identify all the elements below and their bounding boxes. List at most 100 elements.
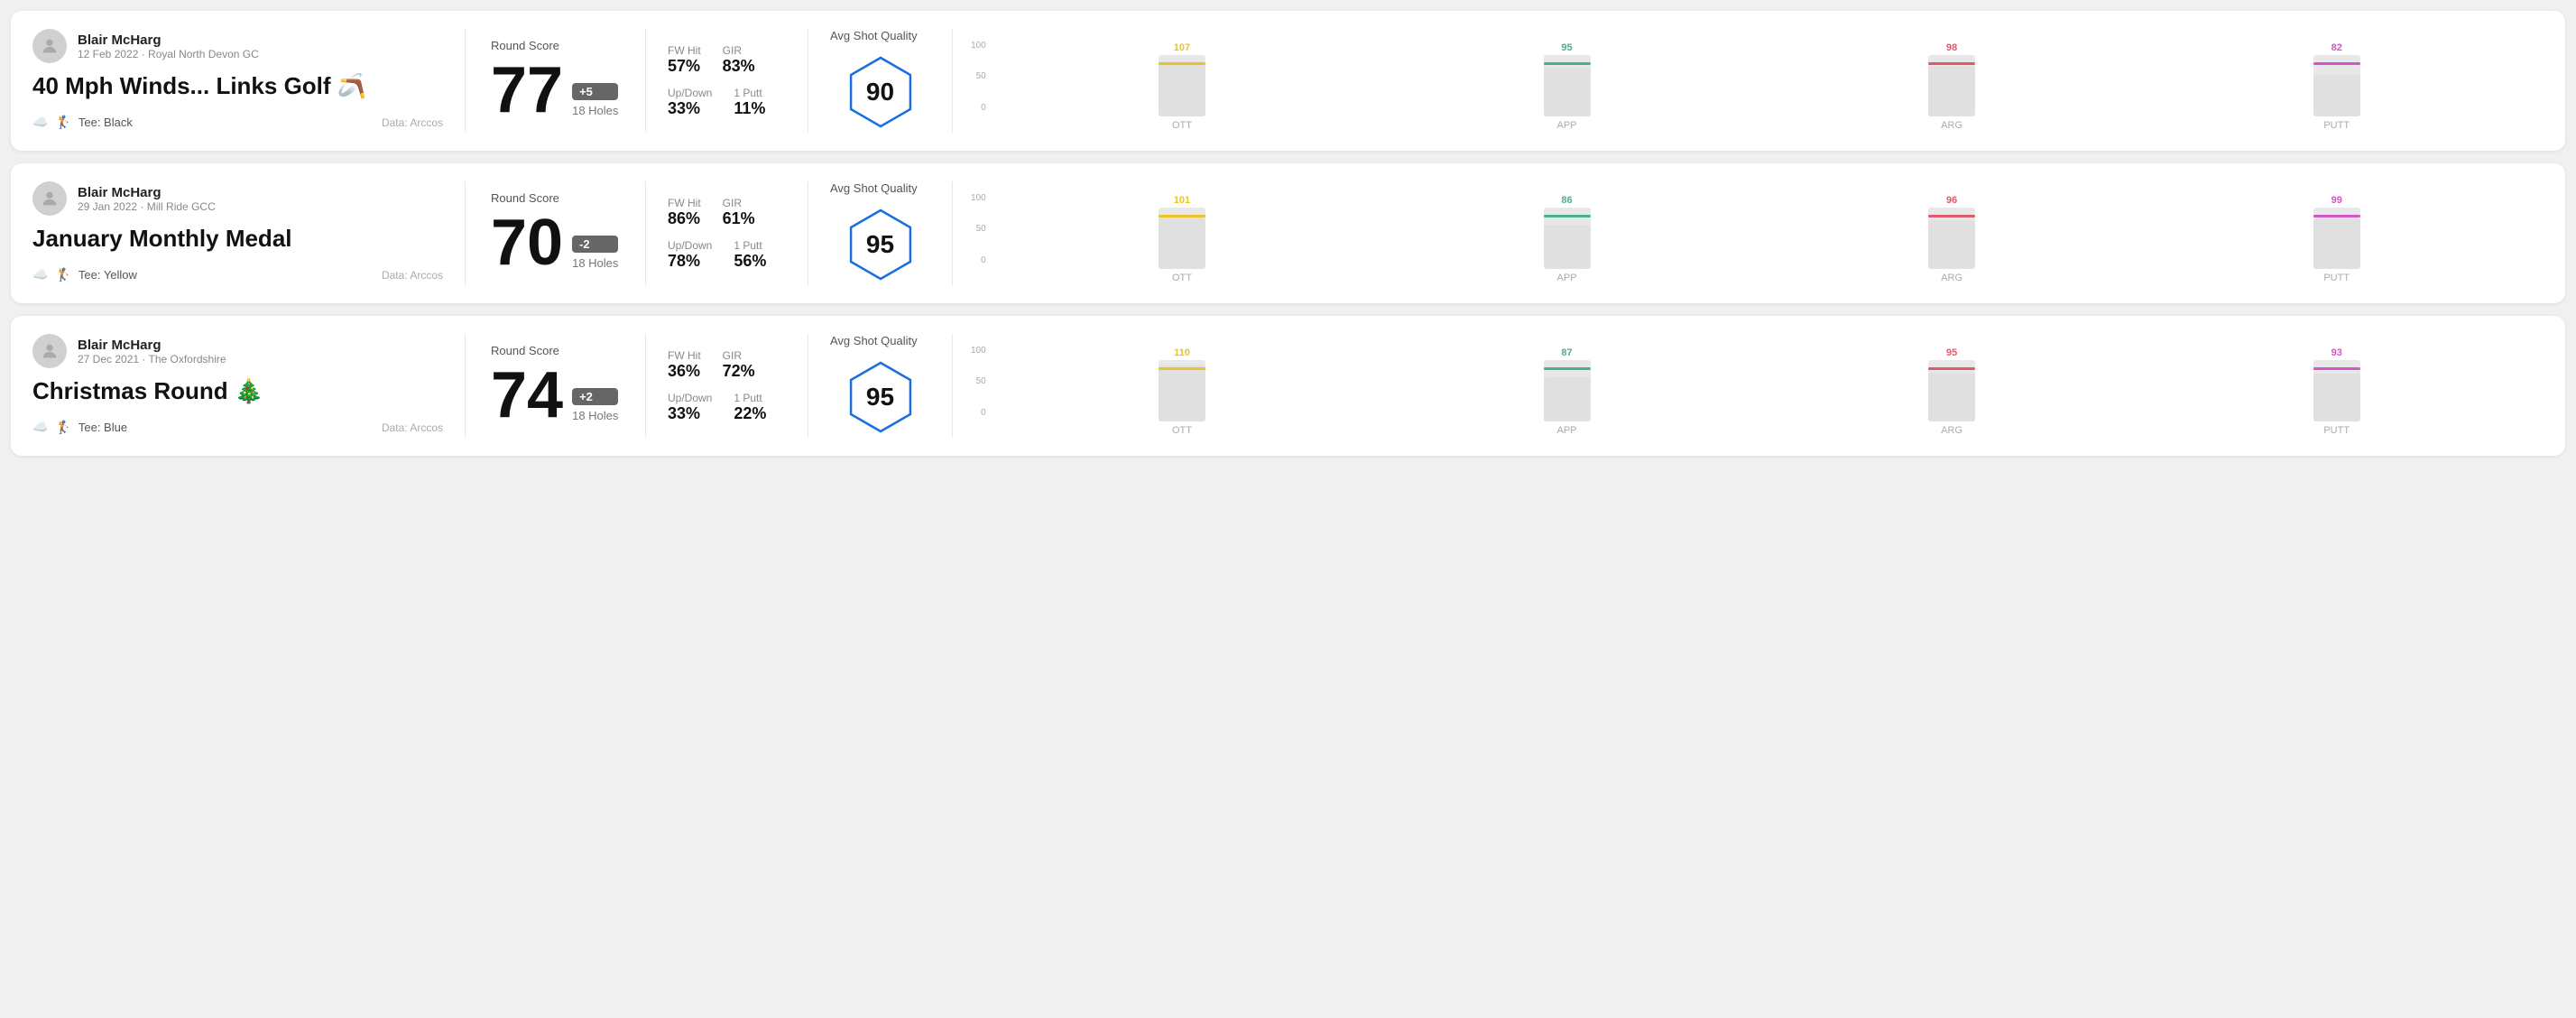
quality-label: Avg Shot Quality	[830, 29, 918, 42]
player-row: Blair McHarg 27 Dec 2021 · The Oxfordshi…	[32, 334, 443, 368]
score-badge: -2	[572, 236, 618, 253]
stats-row-top: FW Hit 86% GIR 61%	[668, 197, 786, 228]
data-source: Data: Arccos	[382, 269, 443, 282]
player-date: 27 Dec 2021 · The Oxfordshire	[78, 353, 226, 366]
stats-row-top: FW Hit 57% GIR 83%	[668, 44, 786, 76]
tee-info: ☁️ 🏌️ Tee: Blue	[32, 420, 127, 435]
up-down-value: 33%	[668, 404, 712, 423]
fw-hit-stat: FW Hit 36%	[668, 349, 701, 381]
gir-value: 83%	[723, 57, 755, 76]
up-down-label: Up/Down	[668, 392, 712, 404]
chart-group-app: 95 APP	[1374, 42, 1759, 131]
bag-icon: 🏌️	[55, 115, 70, 130]
fw-hit-label: FW Hit	[668, 44, 701, 57]
tee-info: ☁️ 🏌️ Tee: Yellow	[32, 267, 137, 282]
avatar	[32, 29, 67, 63]
one-putt-label: 1 Putt	[734, 392, 766, 404]
stats-section: FW Hit 86% GIR 61% Up/Down 78% 1 Putt 56…	[646, 181, 808, 285]
score-details: -2 18 Holes	[572, 236, 618, 275]
bag-icon: 🏌️	[55, 420, 70, 435]
avatar-icon	[40, 341, 60, 361]
quality-label: Avg Shot Quality	[830, 181, 918, 195]
score-badge: +2	[572, 388, 618, 405]
gir-label: GIR	[723, 44, 755, 57]
left-section: Blair McHarg 12 Feb 2022 · Royal North D…	[32, 29, 466, 133]
chart-group-ott: 101 OTT	[990, 195, 1375, 283]
fw-hit-stat: FW Hit 86%	[668, 197, 701, 228]
stats-row-top: FW Hit 36% GIR 72%	[668, 349, 786, 381]
round-title: 40 Mph Winds... Links Golf 🪃	[32, 72, 443, 100]
chart-group-arg: 98 ARG	[1759, 42, 2145, 131]
gir-stat: GIR 61%	[723, 197, 755, 228]
player-name: Blair McHarg	[78, 185, 216, 200]
player-row: Blair McHarg 29 Jan 2022 · Mill Ride GCC	[32, 181, 443, 216]
weather-icon: ☁️	[32, 267, 48, 282]
round-card: Blair McHarg 12 Feb 2022 · Royal North D…	[11, 11, 2565, 151]
avatar	[32, 181, 67, 216]
gir-value: 61%	[723, 209, 755, 228]
score-holes: 18 Holes	[572, 104, 618, 117]
tee-label: Tee: Blue	[78, 421, 127, 434]
gir-stat: GIR 83%	[723, 44, 755, 76]
one-putt-value: 56%	[734, 252, 766, 271]
weather-icon: ☁️	[32, 115, 48, 130]
round-score-label: Round Score	[491, 344, 620, 357]
score-number: 70	[491, 210, 563, 275]
hex-score: 95	[866, 230, 894, 259]
left-section: Blair McHarg 29 Jan 2022 · Mill Ride GCC…	[32, 181, 466, 285]
chart-group-ott: 107 OTT	[990, 42, 1375, 131]
data-source: Data: Arccos	[382, 116, 443, 129]
fw-hit-value: 57%	[668, 57, 701, 76]
left-section: Blair McHarg 27 Dec 2021 · The Oxfordshi…	[32, 334, 466, 438]
round-score-label: Round Score	[491, 39, 620, 52]
up-down-stat: Up/Down 33%	[668, 87, 712, 118]
round-score-label: Round Score	[491, 191, 620, 205]
player-date: 12 Feb 2022 · Royal North Devon GC	[78, 48, 259, 60]
one-putt-label: 1 Putt	[734, 239, 766, 252]
hexagon-container: 95	[840, 356, 921, 438]
player-row: Blair McHarg 12 Feb 2022 · Royal North D…	[32, 29, 443, 63]
score-section: Round Score 77 +5 18 Holes	[466, 29, 646, 133]
score-holes: 18 Holes	[572, 256, 618, 270]
chart-group-putt: 82 PUTT	[2144, 42, 2529, 131]
bottom-row: ☁️ 🏌️ Tee: Black Data: Arccos	[32, 115, 443, 130]
up-down-stat: Up/Down 78%	[668, 239, 712, 271]
player-info: Blair McHarg 29 Jan 2022 · Mill Ride GCC	[78, 185, 216, 213]
chart-group-putt: 99 PUTT	[2144, 195, 2529, 283]
weather-icon: ☁️	[32, 420, 48, 435]
score-main: 77 +5 18 Holes	[491, 58, 620, 123]
chart-group-ott: 110 OTT	[990, 347, 1375, 436]
up-down-label: Up/Down	[668, 87, 712, 99]
tee-label: Tee: Yellow	[78, 268, 137, 282]
chart-group-app: 87 APP	[1374, 347, 1759, 436]
hexagon-container: 95	[840, 204, 921, 285]
data-source: Data: Arccos	[382, 421, 443, 434]
score-badge: +5	[572, 83, 618, 100]
quality-section: Avg Shot Quality 90	[808, 29, 953, 133]
stats-section: FW Hit 57% GIR 83% Up/Down 33% 1 Putt 11…	[646, 29, 808, 133]
score-section: Round Score 74 +2 18 Holes	[466, 334, 646, 438]
up-down-stat: Up/Down 33%	[668, 392, 712, 423]
chart-section: 100 50 0 101 OTT 86 APP 96 ARG	[953, 181, 2544, 285]
player-name: Blair McHarg	[78, 338, 226, 353]
avatar-icon	[40, 36, 60, 56]
hex-score: 90	[866, 78, 894, 106]
hexagon-container: 90	[840, 51, 921, 133]
player-name: Blair McHarg	[78, 32, 259, 48]
quality-label: Avg Shot Quality	[830, 334, 918, 347]
score-number: 74	[491, 363, 563, 428]
player-info: Blair McHarg 12 Feb 2022 · Royal North D…	[78, 32, 259, 60]
score-details: +5 18 Holes	[572, 83, 618, 123]
gir-stat: GIR 72%	[723, 349, 755, 381]
chart-group-arg: 95 ARG	[1759, 347, 2145, 436]
up-down-value: 78%	[668, 252, 712, 271]
one-putt-stat: 1 Putt 11%	[734, 87, 765, 118]
stats-section: FW Hit 36% GIR 72% Up/Down 33% 1 Putt 22…	[646, 334, 808, 438]
score-main: 70 -2 18 Holes	[491, 210, 620, 275]
one-putt-stat: 1 Putt 56%	[734, 239, 766, 271]
one-putt-value: 22%	[734, 404, 766, 423]
stats-row-bottom: Up/Down 33% 1 Putt 22%	[668, 392, 786, 423]
gir-label: GIR	[723, 349, 755, 362]
round-card: Blair McHarg 27 Dec 2021 · The Oxfordshi…	[11, 316, 2565, 456]
one-putt-label: 1 Putt	[734, 87, 765, 99]
